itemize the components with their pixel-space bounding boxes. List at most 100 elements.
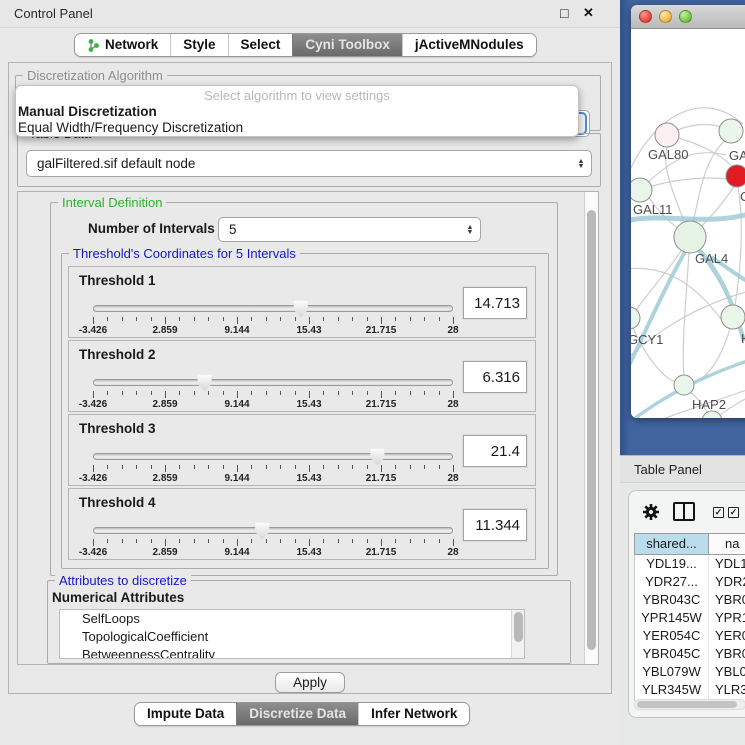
network-node[interactable] bbox=[721, 305, 745, 329]
tab-discretize-data[interactable]: Discretize Data bbox=[236, 703, 358, 725]
tab-jactivemnodules[interactable]: jActiveMNodules bbox=[402, 34, 536, 56]
settings-scrollbar[interactable] bbox=[584, 192, 598, 664]
slider-tick bbox=[395, 391, 396, 395]
table-row[interactable]: YBR043CYBR0 bbox=[635, 591, 745, 609]
network-node[interactable] bbox=[702, 411, 722, 418]
network-node[interactable] bbox=[631, 178, 652, 202]
attribute-list-item[interactable]: SelfLoops bbox=[60, 610, 524, 628]
tab-cyni-toolbox[interactable]: Cyni Toolbox bbox=[292, 34, 402, 56]
apply-button[interactable]: Apply bbox=[275, 672, 345, 693]
slider-track[interactable] bbox=[93, 305, 453, 312]
table-row[interactable]: YBR045CYBR0 bbox=[635, 645, 745, 663]
minimize-traffic-light-icon[interactable] bbox=[659, 10, 672, 23]
network-node[interactable] bbox=[631, 307, 640, 329]
table-hscrollbar[interactable] bbox=[634, 699, 745, 710]
slider-thumb[interactable] bbox=[197, 374, 213, 392]
threshold-value-field[interactable]: 11.344 bbox=[463, 509, 527, 541]
algorithm-option-equal-width[interactable]: Equal Width/Frequency Discretization bbox=[16, 120, 578, 136]
number-of-intervals-combobox[interactable]: 5 ▲▼ bbox=[218, 217, 481, 242]
table-row[interactable]: YDR27...YDR2 bbox=[635, 573, 745, 591]
network-node[interactable] bbox=[726, 165, 745, 187]
zoom-traffic-light-icon[interactable] bbox=[679, 10, 692, 23]
slider-tick bbox=[107, 391, 108, 395]
network-canvas[interactable]: GAL80GACGAL11GAL4GCY1HHAP2 bbox=[631, 29, 745, 418]
network-node[interactable] bbox=[719, 119, 743, 143]
table-cell-shared-name[interactable]: YPR145W bbox=[635, 609, 709, 627]
attributes-group-label: Attributes to discretize bbox=[55, 573, 191, 588]
table-cell-shared-name[interactable]: YDR27... bbox=[635, 573, 709, 591]
slider-tick bbox=[323, 465, 324, 469]
threshold-value-field[interactable]: 21.4 bbox=[463, 435, 527, 467]
tab-network[interactable]: Network bbox=[75, 34, 170, 56]
slider-tick bbox=[223, 465, 224, 469]
table-cell-shared-name[interactable]: YER054C bbox=[635, 627, 709, 645]
slider-tick bbox=[208, 317, 209, 321]
algorithm-placeholder-option[interactable]: Select algorithm to view settings bbox=[16, 88, 578, 104]
network-node[interactable] bbox=[655, 123, 679, 147]
slider-tick-label: 9.144 bbox=[224, 325, 249, 336]
table-row[interactable]: YLR345WYLR3 bbox=[635, 681, 745, 699]
tab-infer-network[interactable]: Infer Network bbox=[358, 703, 469, 725]
control-panel-titlebar: Control Panel □ ✕ bbox=[0, 0, 620, 28]
attributes-scrollbar-thumb[interactable] bbox=[514, 612, 523, 642]
threshold-title: Threshold 2 bbox=[79, 347, 156, 362]
attributes-scrollbar[interactable] bbox=[511, 610, 524, 658]
tab-style[interactable]: Style bbox=[170, 34, 227, 56]
slider-thumb[interactable] bbox=[369, 448, 385, 466]
table-cell-name[interactable]: YDR2 bbox=[709, 573, 745, 591]
slider-track[interactable] bbox=[93, 453, 453, 460]
algorithm-option-manual[interactable]: Manual Discretization bbox=[16, 104, 578, 120]
attribute-list-item[interactable]: TopologicalCoefficient bbox=[60, 628, 524, 646]
table-cell-shared-name[interactable]: YBL079W bbox=[635, 663, 709, 681]
checkbox-icon[interactable]: ✓ bbox=[713, 507, 724, 518]
table-cell-name[interactable]: YER0 bbox=[709, 627, 745, 645]
settings-scrollbar-thumb[interactable] bbox=[587, 210, 596, 650]
table-hscrollbar-thumb[interactable] bbox=[637, 701, 737, 708]
column-header-shared[interactable]: shared... bbox=[635, 534, 709, 554]
slider-tick bbox=[223, 317, 224, 321]
table-cell-name[interactable]: YBL0 bbox=[709, 663, 745, 681]
attribute-list-item[interactable]: BetweennessCentrality bbox=[60, 646, 524, 659]
table-row[interactable]: YER054CYER0 bbox=[635, 627, 745, 645]
table-row[interactable]: YBL079WYBL0 bbox=[635, 663, 745, 681]
slider-tick bbox=[93, 317, 94, 324]
gear-icon[interactable] bbox=[641, 502, 661, 522]
network-window-titlebar[interactable] bbox=[631, 5, 745, 29]
checkbox-icon[interactable]: ✓ bbox=[728, 507, 739, 518]
threshold-value-field[interactable]: 14.713 bbox=[463, 287, 527, 319]
split-panel-icon[interactable] bbox=[673, 502, 695, 521]
table-data-combobox[interactable]: galFiltered.sif default node ▲▼ bbox=[26, 150, 592, 177]
threshold-title: Threshold 1 bbox=[79, 273, 156, 288]
close-icon[interactable]: ✕ bbox=[583, 5, 594, 21]
threshold-value-field[interactable]: 6.316 bbox=[463, 361, 527, 393]
slider-tick bbox=[295, 317, 296, 321]
slider-thumb[interactable] bbox=[293, 300, 309, 318]
table-row[interactable]: YDL19...YDL1 bbox=[635, 555, 745, 573]
table-cell-name[interactable]: YPR1 bbox=[709, 609, 745, 627]
numerical-attributes-list[interactable]: SelfLoopsTopologicalCoefficientBetweenne… bbox=[59, 609, 525, 659]
network-node[interactable] bbox=[674, 375, 694, 395]
algorithm-dropdown-popup: Select algorithm to view settings Manual… bbox=[15, 85, 579, 137]
table-cell-shared-name[interactable]: YBR045C bbox=[635, 645, 709, 663]
slider-track[interactable] bbox=[93, 379, 453, 386]
table-cell-shared-name[interactable]: YDL19... bbox=[635, 555, 709, 573]
slider-thumb[interactable] bbox=[254, 522, 270, 540]
table-row[interactable]: YPR145WYPR1 bbox=[635, 609, 745, 627]
table-cell-name[interactable]: YBR0 bbox=[709, 645, 745, 663]
table-cell-name[interactable]: YLR3 bbox=[709, 681, 745, 699]
float-window-icon[interactable]: □ bbox=[560, 5, 568, 21]
column-header-name[interactable]: na bbox=[709, 534, 745, 554]
table-cell-name[interactable]: YBR0 bbox=[709, 591, 745, 609]
slider-track[interactable] bbox=[93, 527, 453, 534]
slider-tick bbox=[237, 539, 238, 546]
close-traffic-light-icon[interactable] bbox=[639, 10, 652, 23]
network-view-window[interactable]: GAL80GACGAL11GAL4GCY1HHAP2 bbox=[631, 5, 745, 418]
table-cell-name[interactable]: YDL1 bbox=[709, 555, 745, 573]
tab-select[interactable]: Select bbox=[228, 34, 293, 56]
slider-tick bbox=[179, 317, 180, 321]
table-cell-shared-name[interactable]: YBR043C bbox=[635, 591, 709, 609]
network-node[interactable] bbox=[674, 221, 706, 253]
tab-select-label: Select bbox=[241, 34, 281, 56]
table-cell-shared-name[interactable]: YLR345W bbox=[635, 681, 709, 699]
tab-impute-data[interactable]: Impute Data bbox=[135, 703, 236, 725]
